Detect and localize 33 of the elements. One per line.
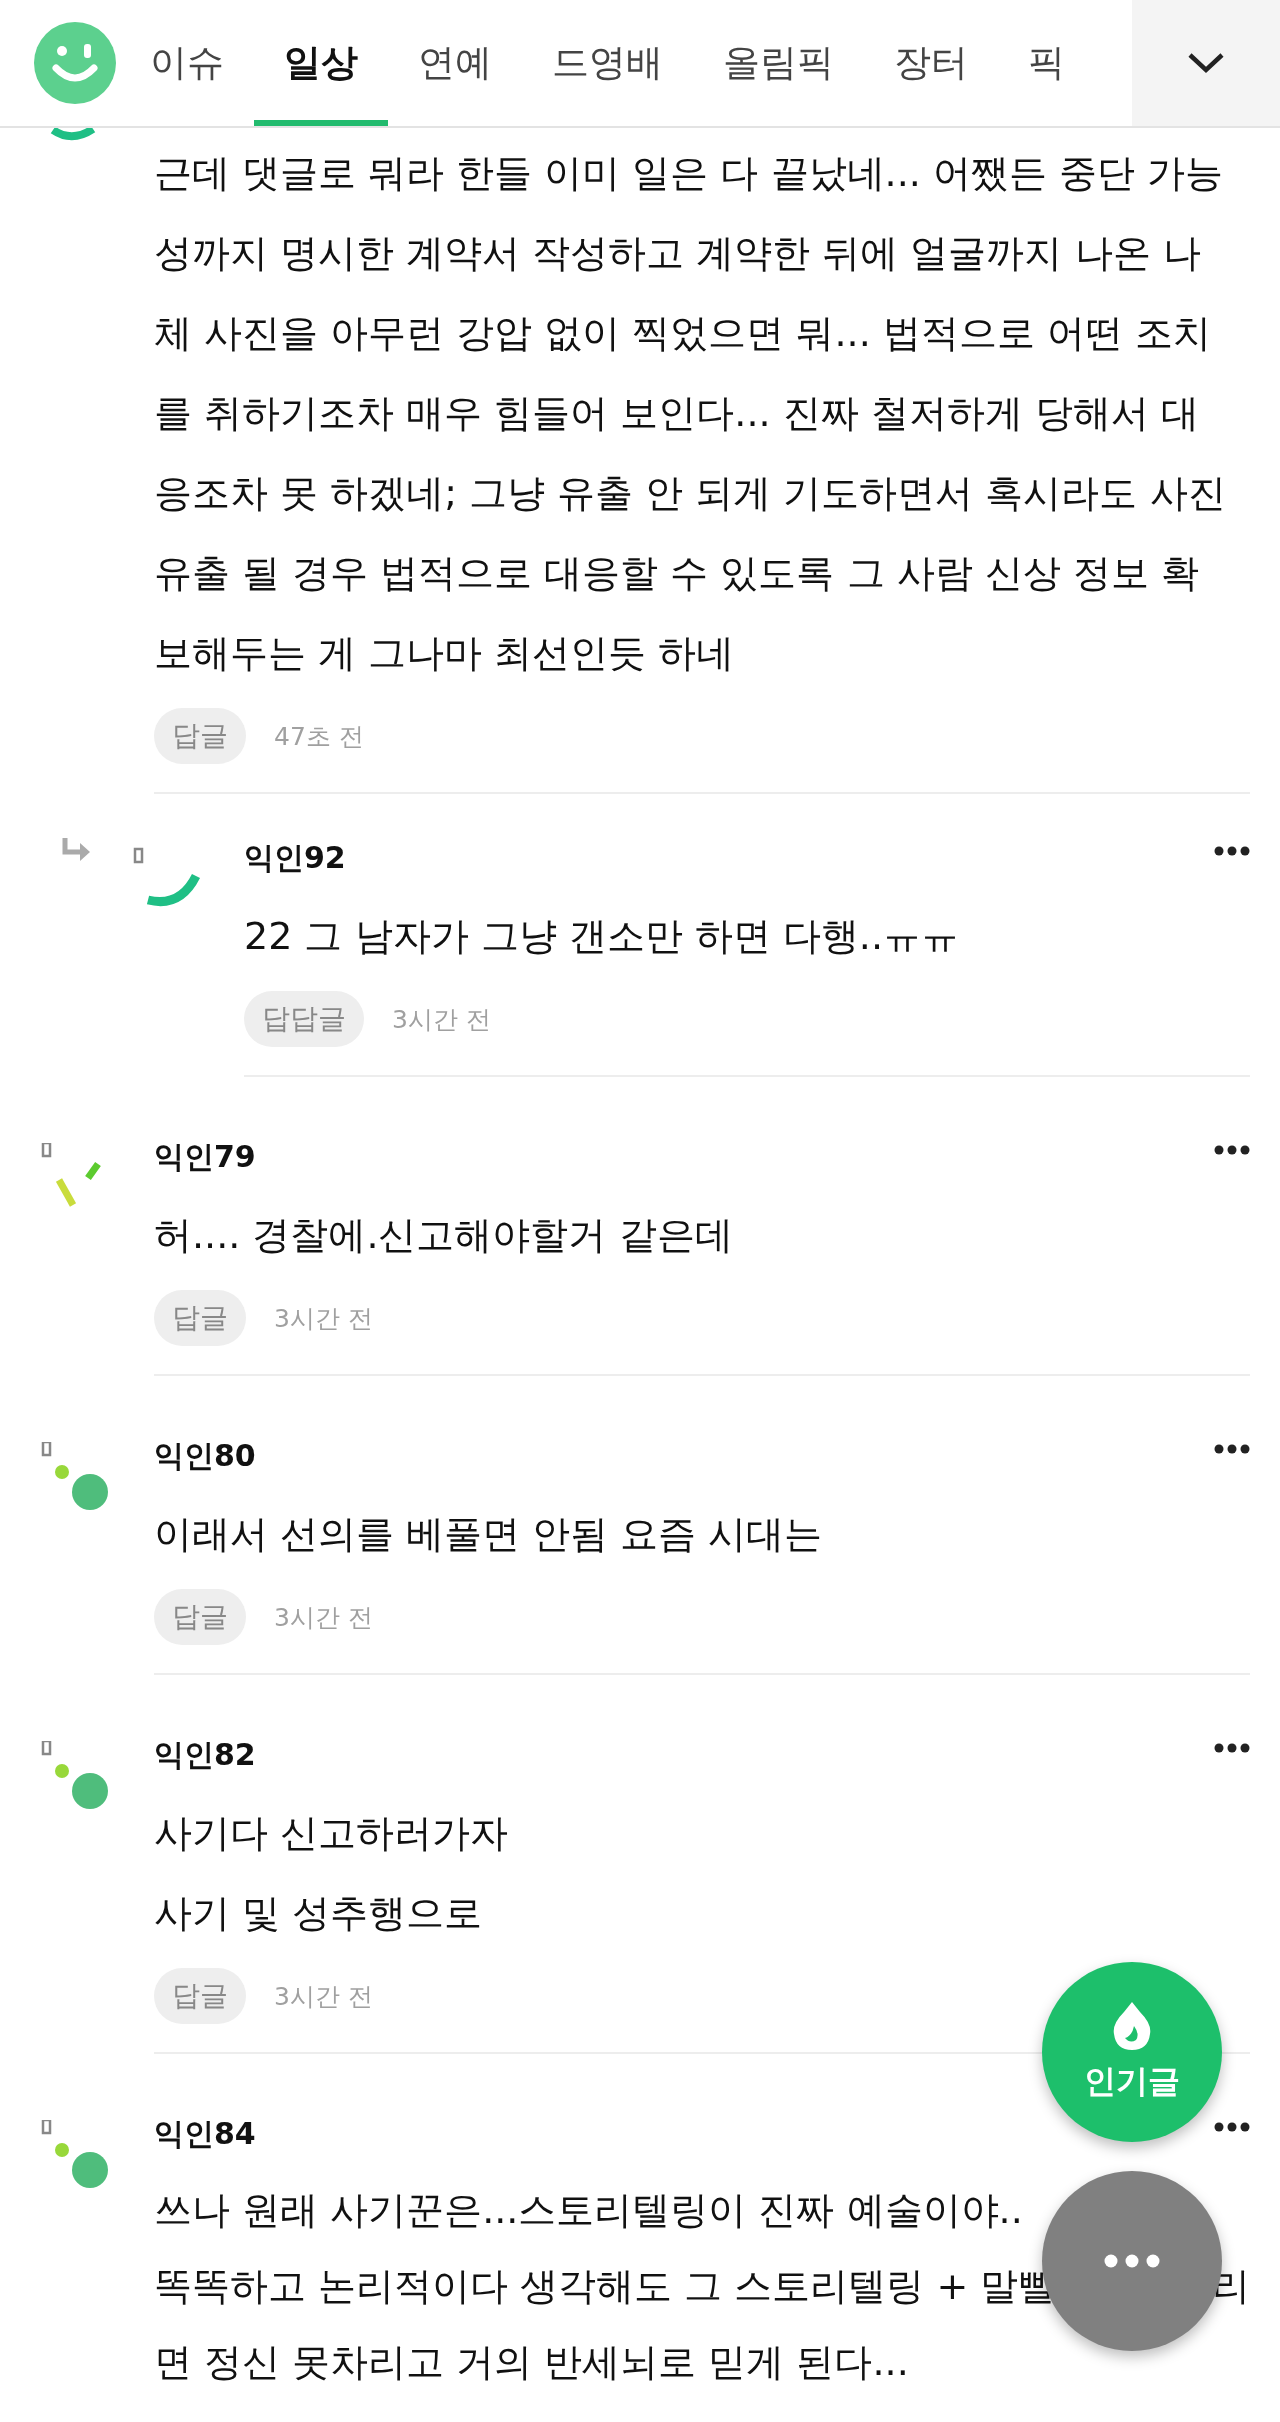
author-name: 익인92 bbox=[244, 839, 346, 877]
comment-text: 사기다 신고하러가자 사기 및 성추행으로 bbox=[154, 1810, 510, 1937]
comment-text: 근데 댓글로 뭐라 한들 이미 일은 다 끝났네... 어쨌든 중단 가능성까지 명시한 계약서 작성하고 계약한 뒤에 얼굴까지 나온 나체 사진을 아무런 강압 없이 찍었으면 뭐... 법적으로 어떤 조치를 취하기조차 매우 힘들어 보인다... 진짜 철저하게 당해서 대응조차 못 하겠네; 그냥 유출 안 되게 기도하면서 혹시라도 사진 유출 될 경우 법적으로 대응할 수 있도록 그 사람 신상 정보 확보해두는 게 그나마 최선인듯 하네 bbox=[154, 150, 1227, 677]
author-name: 익인82 bbox=[154, 1736, 256, 1774]
more-options-icon[interactable] bbox=[1214, 1145, 1250, 1155]
comment-text: 쓰나 원래 사기꾼은...스토리텔링이 진짜 예술이야.. bbox=[154, 2187, 1023, 2234]
timestamp: 3시간 전 bbox=[392, 1003, 491, 1036]
author-name: 익인80 bbox=[154, 1437, 256, 1475]
timestamp: 3시간 전 bbox=[274, 1302, 373, 1335]
more-options-icon[interactable] bbox=[1214, 1743, 1250, 1753]
category-tab[interactable]: 올림픽 bbox=[693, 0, 864, 126]
author-name: 익인79 bbox=[154, 1138, 256, 1176]
more-options-icon bbox=[1104, 2254, 1160, 2268]
avatar-drawing bbox=[50, 127, 96, 143]
author-name: 익인84 bbox=[154, 2115, 256, 2153]
comment-text: 22 그 남자가 그냥 갠소만 하면 다행..ㅠㅠ bbox=[244, 913, 960, 960]
more-options-icon[interactable] bbox=[1214, 846, 1250, 856]
comment-text: 이래서 선의를 베풀면 안됨 요즘 시대는 bbox=[154, 1511, 824, 1558]
timestamp: 3시간 전 bbox=[274, 1601, 373, 1634]
comment-text: 허.... 경찰에.신고해야할거 같은데 bbox=[154, 1212, 734, 1259]
category-tab[interactable]: 픽 bbox=[998, 0, 1095, 126]
comment-text: 면 정신 못차리고 거의 반세뇌로 믿게 된다... bbox=[154, 2339, 909, 2386]
category-tab[interactable]: 이슈 bbox=[120, 0, 254, 126]
category-tab[interactable]: 일상 bbox=[254, 0, 388, 126]
reply-arrow-icon bbox=[62, 838, 92, 864]
category-tab[interactable]: 드영배 bbox=[522, 0, 693, 126]
category-tab[interactable]: 연예 bbox=[388, 0, 522, 126]
category-tab[interactable]: 장터 bbox=[864, 0, 998, 126]
chevron-down-icon bbox=[1186, 51, 1226, 75]
more-options-icon[interactable] bbox=[1214, 2122, 1250, 2132]
timestamp: 47초 전 bbox=[274, 720, 364, 753]
timestamp: 3시간 전 bbox=[274, 1980, 373, 2013]
more-options-icon[interactable] bbox=[1214, 1444, 1250, 1454]
